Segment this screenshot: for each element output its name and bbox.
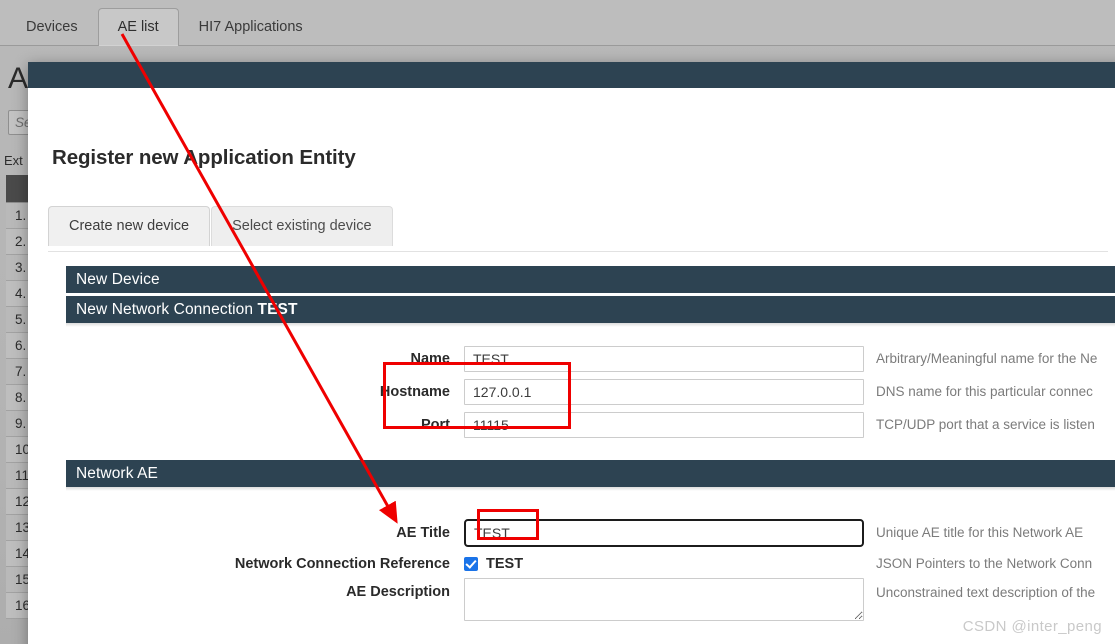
field-help-network-connection-reference: JSON Pointers to the Network Conn [876,555,1093,571]
field-control-name [464,346,864,372]
network-connection-fields: Name Arbitrary/Meaningful name for the N… [66,327,1115,441]
port-input[interactable] [464,412,864,438]
checkbox-label: TEST [486,555,524,572]
register-ae-dialog: Register new Application Entity Create n… [28,62,1115,644]
field-label-ae-title: AE Title [396,525,450,541]
field-help-hostname: DNS name for this particular connec [876,384,1093,399]
tab-devices-label: Devices [26,18,78,35]
field-row-ae-description: AE Description Unconstrained text descri… [66,578,1115,632]
field-help-ae-description: Unconstrained text description of the [876,585,1096,600]
dialog-body: Register new Application Entity Create n… [28,88,1115,644]
network-ae-fields: AE Title Unique AE title for this Networ… [66,491,1115,632]
tab-create-new-device[interactable]: Create new device [48,206,211,246]
field-label-hostname: Hostname [379,384,450,400]
field-row-hostname: Hostname DNS name for this particular co… [66,376,1115,408]
device-form-panel: New Device New Network Connection TEST N… [66,266,1115,644]
checkbox-checked-icon[interactable] [464,556,478,571]
field-label-name: Name [410,351,451,367]
dialog-header-bar [28,62,1115,88]
section-new-network-connection-label: New Network Connection [76,301,254,318]
page-title: Register new Application Entity [52,146,356,169]
field-help-port: TCP/UDP port that a service is listen [876,417,1095,432]
section-network-ae-label: Network AE [76,465,158,482]
ae-title-input[interactable] [464,519,864,547]
help-wrap-name: Arbitrary/Meaningful name for the Ne [864,350,1115,368]
tab-ae-list[interactable]: AE list [97,7,179,46]
field-row-network-connection-reference: Network Connection Reference TEST JSON P… [66,550,1115,577]
network-connection-reference-option[interactable]: TEST [464,551,864,577]
watermark: CSDN @inter_peng [962,618,1102,635]
help-wrap-ae-title: Unique AE title for this Network AE [864,524,1115,542]
field-row-ae-title: AE Title Unique AE title for this Networ… [66,517,1115,549]
tab-select-existing-device-label: Select existing device [232,218,372,234]
tab-devices[interactable]: Devices [6,8,98,47]
field-help-name: Arbitrary/Meaningful name for the Ne [876,351,1098,366]
tabs-divider [48,251,1108,252]
field-label-port: Port [421,417,450,433]
section-new-device-label: New Device [76,271,160,288]
help-wrap-port: TCP/UDP port that a service is listen [864,416,1115,434]
name-input[interactable] [464,346,864,372]
field-row-port: Port TCP/UDP port that a service is list… [66,409,1115,441]
screenshot-root: Devices AE list HI7 Applications A Se Ex… [0,0,1115,644]
section-new-device: New Device [66,266,1115,293]
background-page-title: A [8,62,29,95]
ae-description-textarea[interactable] [464,578,864,621]
field-control-ae-title [464,519,864,547]
field-label-network-connection-reference: Network Connection Reference [234,555,450,572]
device-mode-tabs: Create new device Select existing device [48,206,394,246]
field-control-hostname [464,379,864,405]
field-label-ae-description: AE Description [346,584,450,600]
background-extended-label: Ext [4,153,23,168]
field-help-ae-title: Unique AE title for this Network AE [876,525,1084,540]
section-network-ae: Network AE [66,460,1115,487]
tab-hl7-applications[interactable]: HI7 Applications [179,8,323,47]
tab-create-new-device-label: Create new device [69,218,190,234]
background-tabs: Devices AE list HI7 Applications [6,3,323,46]
section-new-network-connection: New Network Connection TEST [66,296,1115,323]
section-new-network-connection-value: TEST [257,301,298,318]
field-control-ae-description [464,578,864,626]
help-wrap-network-connection-reference: JSON Pointers to the Network Conn [864,555,1115,573]
hostname-input[interactable] [464,379,864,405]
field-control-port [464,412,864,438]
tab-hl7-applications-label: HI7 Applications [198,18,303,35]
field-control-network-connection-reference: TEST [464,551,864,577]
tab-select-existing-device[interactable]: Select existing device [211,206,393,246]
background-tab-bar: Devices AE list HI7 Applications [0,0,1115,46]
help-wrap-hostname: DNS name for this particular connec [864,383,1115,401]
field-row-name: Name Arbitrary/Meaningful name for the N… [66,343,1115,375]
help-wrap-ae-description: Unconstrained text description of the [864,578,1115,602]
tab-ae-list-label: AE list [117,18,159,35]
